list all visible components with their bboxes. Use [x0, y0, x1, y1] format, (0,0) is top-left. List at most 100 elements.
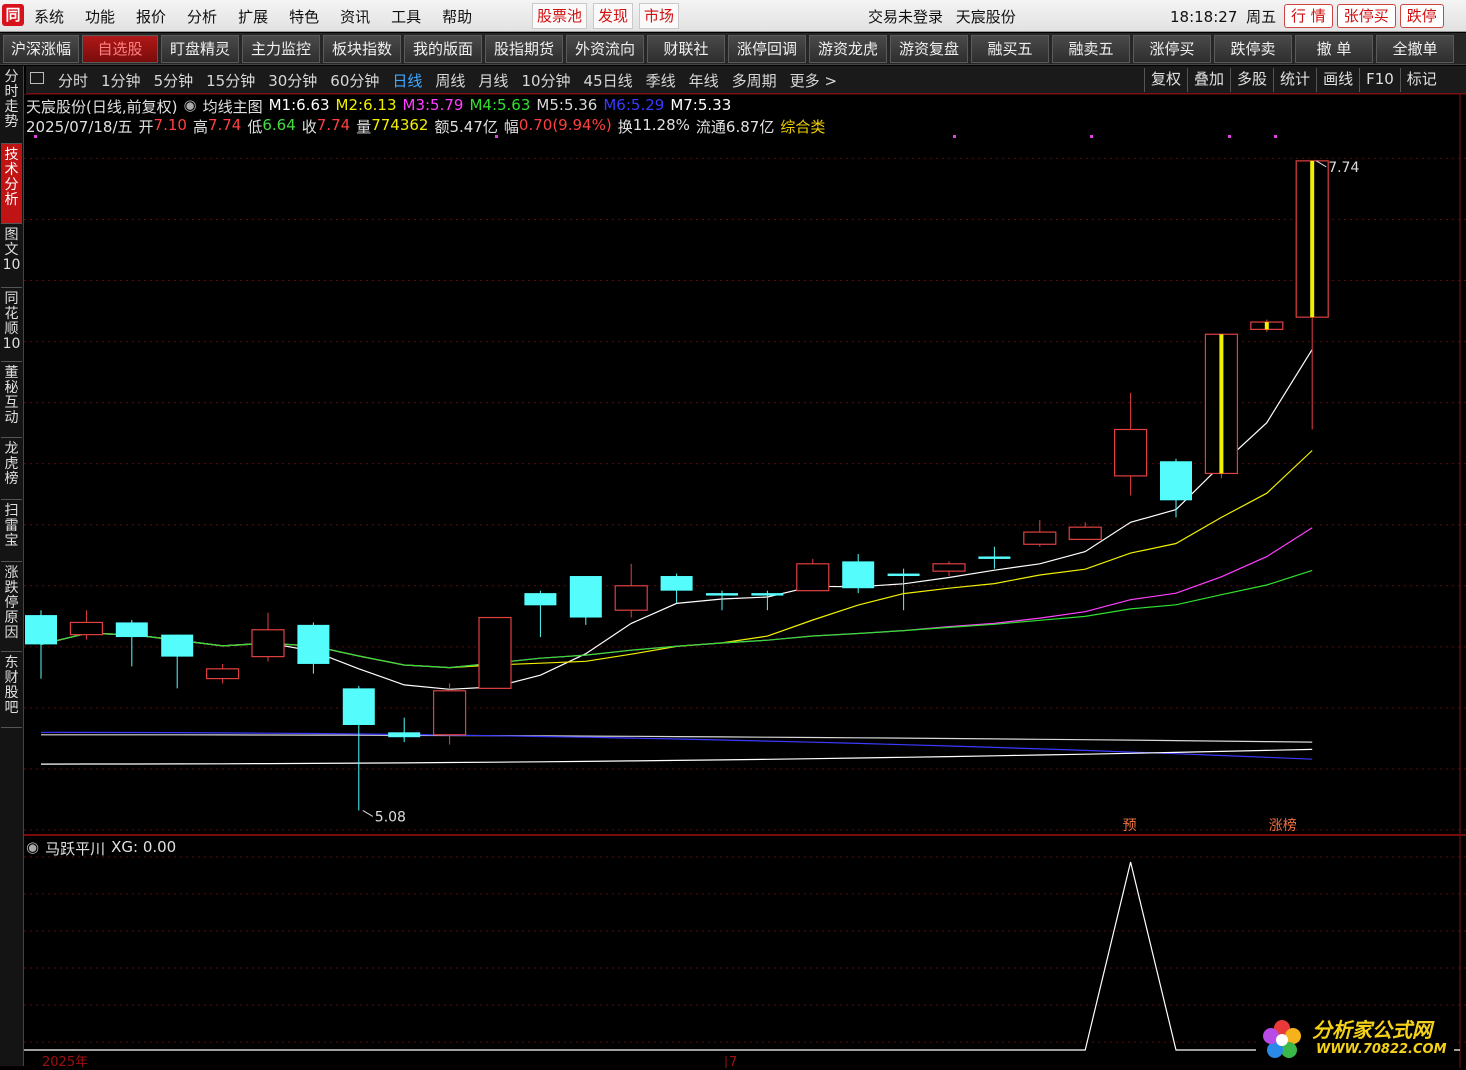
side-tab[interactable]: 技术分析	[1, 144, 22, 224]
toolbar-button[interactable]: 主力监控	[242, 35, 320, 63]
period-tab[interactable]: 10分钟	[521, 70, 570, 91]
quote-button[interactable]: 张停买	[1336, 4, 1396, 28]
kline-chart[interactable]: 7.74 5.08 预 涨榜 2025年 7	[24, 94, 1466, 1068]
menu-item[interactable]: 工具	[391, 6, 421, 27]
side-tab[interactable]: 扫雷宝	[1, 500, 22, 562]
candle-body	[1160, 461, 1192, 501]
period-tab[interactable]: 周线	[435, 70, 465, 91]
menu-item[interactable]: 功能	[85, 6, 115, 27]
toolbar-button[interactable]: 游资龙虎	[809, 35, 887, 63]
toolbar-button[interactable]: 股指期货	[485, 35, 563, 63]
ma-label: M2:	[335, 96, 364, 114]
chart-tool-button[interactable]: 多股	[1230, 68, 1273, 92]
toolbar-button[interactable]: 涨停回调	[728, 35, 806, 63]
candle-body	[751, 593, 784, 596]
amount-value: 5.47亿	[449, 118, 498, 136]
site-watermark: 分析家公式网 WWW.70822.COM	[1256, 1012, 1454, 1066]
period-tab[interactable]: 1分钟	[101, 70, 141, 91]
period-tab[interactable]: 月线	[478, 70, 508, 91]
toolbar-button[interactable]: 全撤单	[1376, 35, 1454, 63]
period-tab[interactable]: 年线	[689, 70, 719, 91]
quote-button[interactable]: 行 情	[1284, 4, 1333, 28]
indicator-dropdown-icon[interactable]: ◉	[26, 838, 39, 859]
candle-body	[206, 668, 240, 680]
chart-tool-button[interactable]: 标记	[1399, 68, 1443, 92]
toolbar-button[interactable]: 自选股	[82, 35, 158, 63]
period-tab[interactable]: 季线	[646, 70, 676, 91]
period-tab[interactable]: 60分钟	[330, 70, 379, 91]
candle-body	[706, 593, 738, 596]
change-label: 幅	[503, 118, 519, 136]
chart-tool-button[interactable]: F10	[1359, 68, 1400, 92]
chart-tool-button[interactable]: 画线	[1316, 68, 1359, 92]
marker-dot	[1228, 135, 1231, 138]
toolbar-button[interactable]: 盯盘精灵	[161, 35, 239, 63]
high-value: 7.74	[207, 116, 242, 134]
candle-body	[342, 688, 375, 725]
chart-tool-button[interactable]: 统计	[1273, 68, 1316, 92]
toolbar-button[interactable]: 板块指数	[323, 35, 401, 63]
side-tab[interactable]: 龙虎榜	[1, 438, 22, 500]
toolbar-button[interactable]: 跌停卖	[1214, 35, 1292, 63]
candle-body	[25, 615, 57, 645]
menu-item[interactable]: 资讯	[340, 6, 370, 27]
side-tab-bar: 分时走势 技术分析 图文10 同花顺10 董秘互动 龙虎榜 扫雷宝 涨跌停原因 东财股吧	[0, 66, 24, 1066]
toolbar-button[interactable]: 财联社	[647, 35, 725, 63]
ma-label: M4:	[469, 96, 497, 114]
close-label: 收	[301, 118, 317, 136]
toolbar-button[interactable]: 游资复盘	[890, 35, 968, 63]
indicator-name[interactable]: 马跃平川	[45, 838, 105, 859]
ma-label: M5:	[536, 96, 564, 114]
industry-category[interactable]: 综合类	[780, 116, 825, 137]
side-tab[interactable]: 东财股吧	[1, 652, 22, 728]
side-tab[interactable]: 分时走势	[1, 66, 22, 144]
candle-body	[1068, 526, 1102, 540]
toolbar-button[interactable]: 沪深涨幅	[3, 35, 79, 63]
function-toolbar: 沪深涨幅 自选股 盯盘精灵 主力监控 板块指数 我的版面 股指期货 外资流向 财联社 涨停回调 游资…	[0, 33, 1466, 65]
period-tab[interactable]: 45日线	[584, 70, 633, 91]
candle-body	[433, 690, 467, 736]
menu-item[interactable]: 特色	[289, 6, 319, 27]
toolbar-button[interactable]: 融卖五	[1052, 35, 1130, 63]
chart-tool-button[interactable]: 叠加	[1187, 68, 1230, 92]
login-status-text: 交易未登录	[868, 8, 944, 26]
max-price-label: 7.74	[1328, 160, 1359, 176]
side-tab[interactable]: 涨跌停原因	[1, 562, 22, 652]
toolbar-button[interactable]: 撤 单	[1295, 35, 1373, 63]
period-tab[interactable]: 30分钟	[268, 70, 317, 91]
period-tab[interactable]: 多周期	[732, 70, 777, 91]
period-tab[interactable]: 分时	[58, 70, 88, 91]
toolbar-button[interactable]: 外资流向	[566, 35, 644, 63]
candle-body	[297, 624, 330, 664]
menu-item[interactable]: 帮助	[442, 6, 472, 27]
menu-item[interactable]: 分析	[187, 6, 217, 27]
chart-info-line: 天宸股份(日线,前复权) ◉ 均线主图 M1: 6.63 M2: 6.13 M3: 5.7…	[26, 96, 737, 117]
side-tab[interactable]: 图文10	[1, 224, 22, 288]
menu-red-item[interactable]: 股票池	[532, 3, 588, 29]
toolbar-button[interactable]: 我的版面	[404, 35, 482, 63]
menu-item[interactable]: 扩展	[238, 6, 268, 27]
quote-button[interactable]: 跌停	[1399, 4, 1444, 28]
quote-button-group: 行 情张停买 跌停	[1284, 4, 1448, 28]
quote-date: 2025/07/18/五	[26, 118, 133, 136]
min-price-label: 5.08	[375, 809, 406, 825]
period-tab[interactable]: 15分钟	[206, 70, 255, 91]
main-indicator-name[interactable]: 均线主图	[203, 96, 263, 117]
menu-item[interactable]: 报价	[136, 6, 166, 27]
menu-item[interactable]: 系统	[34, 6, 64, 27]
toolbar-button[interactable]: 涨停买	[1133, 35, 1211, 63]
candle-body	[569, 576, 602, 618]
chart-tool-button[interactable]: 复权	[1144, 68, 1187, 92]
menu-red-item[interactable]: 市场	[639, 3, 680, 29]
toolbar-button[interactable]: 融买五	[971, 35, 1049, 63]
period-tab[interactable]: 5分钟	[154, 70, 194, 91]
menu-red-item[interactable]: 发现	[593, 3, 634, 29]
side-tab[interactable]: 董秘互动	[1, 362, 22, 438]
volume-value: 774362	[371, 116, 429, 134]
limit-up-tag: 涨榜	[1269, 817, 1297, 834]
period-tab[interactable]: 日线	[392, 70, 422, 91]
panel-toggle-icon[interactable]	[30, 72, 44, 84]
indicator-selector-icon[interactable]: ◉	[183, 96, 196, 117]
side-tab[interactable]: 同花顺10	[1, 288, 22, 362]
period-tab[interactable]: 更多 >	[790, 70, 837, 91]
